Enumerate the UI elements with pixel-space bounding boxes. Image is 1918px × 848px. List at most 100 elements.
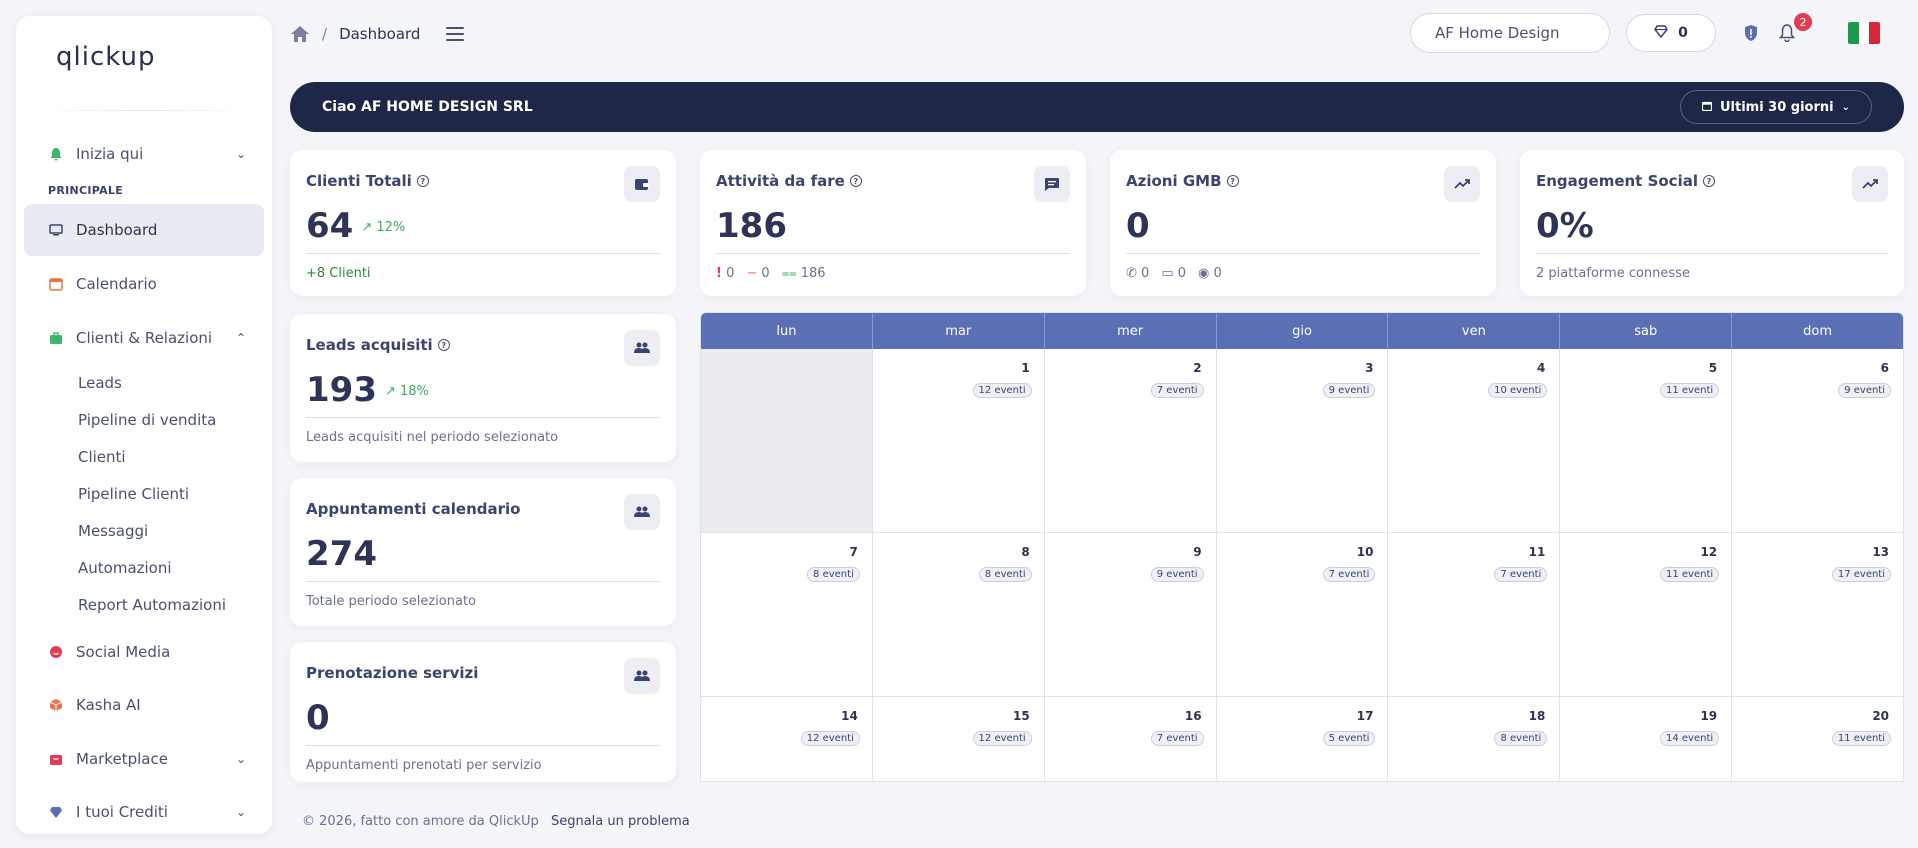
events-count-badge[interactable]: 12 eventi (972, 731, 1032, 746)
nav-clienti-relazioni[interactable]: Clienti & Relazioni ⌃ (24, 312, 264, 364)
nav-marketplace[interactable]: Marketplace ⌄ (24, 733, 264, 785)
copyright: © 2026, fatto con amore da QlickUp (302, 814, 539, 829)
nav-dashboard[interactable]: Dashboard (24, 204, 264, 256)
alert-icon[interactable] (1740, 22, 1762, 44)
account-search-field[interactable]: AF Home Design (1410, 13, 1610, 53)
calendar-day-cell[interactable]: 14 12 eventi (701, 697, 873, 781)
events-count-badge[interactable]: 12 eventi (800, 731, 860, 746)
card-value: 0 (1126, 206, 1150, 246)
calendar-day-cell[interactable]: 4 10 eventi (1388, 349, 1561, 532)
calendar-day-cell[interactable]: 10 7 eventi (1217, 533, 1389, 696)
monitor-icon (48, 222, 64, 238)
sub-nav-report-automazioni[interactable]: Report Automazioni (78, 596, 226, 614)
events-count-badge[interactable]: 11 eventi (1659, 383, 1720, 398)
calendar-day-cell[interactable]: 13 17 eventi (1732, 533, 1903, 696)
events-count-badge[interactable]: 11 eventi (1659, 567, 1720, 582)
nav-calendario[interactable]: Calendario (24, 258, 264, 310)
events-count-badge[interactable]: 8 eventi (807, 567, 860, 582)
calendar-day-cell[interactable]: 17 5 eventi (1217, 697, 1389, 781)
events-count-badge[interactable]: 10 eventi (1488, 383, 1548, 398)
nav-inizia-qui[interactable]: Inizia qui ⌄ (24, 128, 264, 180)
chat-icon-button[interactable] (1034, 166, 1070, 202)
calendar-day-cell[interactable]: 9 9 eventi (1045, 533, 1217, 696)
trending-icon-button[interactable] (1444, 166, 1480, 202)
trending-icon-button[interactable] (1852, 166, 1888, 202)
calendar-day-cell[interactable]: 3 9 eventi (1217, 349, 1389, 532)
events-count-badge[interactable]: 14 eventi (1659, 731, 1720, 746)
sub-nav-leads[interactable]: Leads (78, 374, 122, 392)
nav-crediti[interactable]: I tuoi Crediti ⌄ (24, 786, 264, 834)
sub-nav-automazioni[interactable]: Automazioni (78, 559, 172, 577)
calendar-day-cell[interactable]: 12 11 eventi (1560, 533, 1733, 696)
sub-nav-clienti[interactable]: Clienti (78, 448, 126, 466)
card-footnote: ✆ 0 ▭ 0 ◉ 0 (1126, 266, 1222, 281)
card-footnote: Appuntamenti prenotati per servizio (306, 758, 542, 773)
nav-social-media[interactable]: Social Media (24, 626, 264, 678)
calendar-day-cell[interactable]: 15 12 eventi (873, 697, 1045, 781)
menu-toggle-icon[interactable] (446, 27, 465, 41)
calendar-day-cell[interactable]: 19 14 eventi (1560, 697, 1733, 781)
nav-label: Social Media (76, 643, 171, 661)
credits-pill[interactable]: 0 (1626, 14, 1716, 52)
calendar-day-cell[interactable]: 7 8 eventi (701, 533, 873, 696)
events-count-badge[interactable]: 7 eventi (1150, 383, 1204, 398)
calendar-day-cell[interactable]: 6 9 eventi (1732, 349, 1903, 532)
users-icon-button[interactable] (624, 658, 660, 694)
date-range-dropdown[interactable]: Ultimi 30 giorni ⌄ (1680, 90, 1872, 124)
report-problem-link[interactable]: Segnala un problema (551, 814, 690, 829)
card-clienti-totali: Clienti Totali? 64 ↗ 12% +8 Clienti (290, 150, 676, 296)
events-count-badge[interactable]: 9 eventi (1150, 567, 1204, 582)
help-icon[interactable]: ? (1226, 175, 1239, 187)
help-icon[interactable]: ? (437, 339, 450, 351)
sub-nav-pipeline-clienti[interactable]: Pipeline Clienti (78, 485, 189, 503)
calendar-icon (48, 276, 64, 292)
events-count-badge[interactable]: 7 eventi (1494, 567, 1548, 582)
sub-nav-pipeline-vendita[interactable]: Pipeline di vendita (78, 411, 216, 429)
day-number: 6 (1880, 361, 1890, 375)
events-count-badge[interactable]: 12 eventi (972, 383, 1032, 398)
footer: © 2026, fatto con amore da QlickUp Segna… (302, 814, 690, 829)
home-icon[interactable] (290, 25, 310, 43)
weekday-ven: ven (1388, 313, 1561, 349)
day-number: 16 (1184, 709, 1202, 723)
events-count-badge[interactable]: 8 eventi (978, 567, 1032, 582)
help-icon[interactable]: ? (849, 175, 862, 187)
sub-nav-messaggi[interactable]: Messaggi (78, 522, 148, 540)
weekday-gio: gio (1217, 313, 1389, 349)
card-engagement-social: Engagement Social? 0% 2 piattaforme conn… (1520, 150, 1904, 296)
italy-flag-icon[interactable] (1848, 22, 1880, 44)
wallet-icon-button[interactable] (624, 166, 660, 202)
logo[interactable]: qlickup (16, 16, 272, 96)
events-count-badge[interactable]: 5 eventi (1322, 731, 1376, 746)
help-icon[interactable]: ? (416, 175, 429, 187)
card-footnote: Leads acquisiti nel periodo selezionato (306, 430, 559, 445)
calendar-day-cell[interactable]: 20 11 eventi (1732, 697, 1903, 781)
calendar-day-cell[interactable]: 2 7 eventi (1045, 349, 1217, 532)
day-number: 5 (1708, 361, 1718, 375)
calendar-day-cell[interactable]: 11 7 eventi (1388, 533, 1561, 696)
card-title: Prenotazione servizi (306, 664, 479, 682)
nav-label: Kasha AI (76, 696, 141, 714)
card-leads-acquisiti: Leads acquisiti? 193 ↗ 18% Leads acquisit… (290, 314, 676, 462)
users-icon-button[interactable] (624, 330, 660, 366)
events-count-badge[interactable]: 8 eventi (1494, 731, 1548, 746)
events-count-badge[interactable]: 9 eventi (1322, 383, 1376, 398)
nav-kasha-ai[interactable]: Kasha AI (24, 679, 264, 731)
day-number: 11 (1528, 545, 1546, 559)
nav-label: I tuoi Crediti (76, 803, 168, 821)
smile-icon (48, 644, 64, 660)
calendar-day-cell[interactable]: 5 11 eventi (1560, 349, 1733, 532)
events-count-badge[interactable]: 9 eventi (1838, 383, 1892, 398)
calendar-day-cell[interactable]: 16 7 eventi (1045, 697, 1217, 781)
calendar-day-cell[interactable]: 18 8 eventi (1388, 697, 1561, 781)
logo-mark: qlickup (56, 42, 155, 72)
calendar-day-cell[interactable]: 8 8 eventi (873, 533, 1045, 696)
events-count-badge[interactable]: 7 eventi (1150, 731, 1204, 746)
diamond-icon (1654, 24, 1669, 42)
events-count-badge[interactable]: 7 eventi (1322, 567, 1376, 582)
help-icon[interactable]: ? (1702, 175, 1715, 187)
users-icon-button[interactable] (624, 494, 660, 530)
events-count-badge[interactable]: 17 eventi (1831, 567, 1892, 582)
calendar-day-cell[interactable]: 1 12 eventi (873, 349, 1045, 532)
events-count-badge[interactable]: 11 eventi (1831, 731, 1892, 746)
